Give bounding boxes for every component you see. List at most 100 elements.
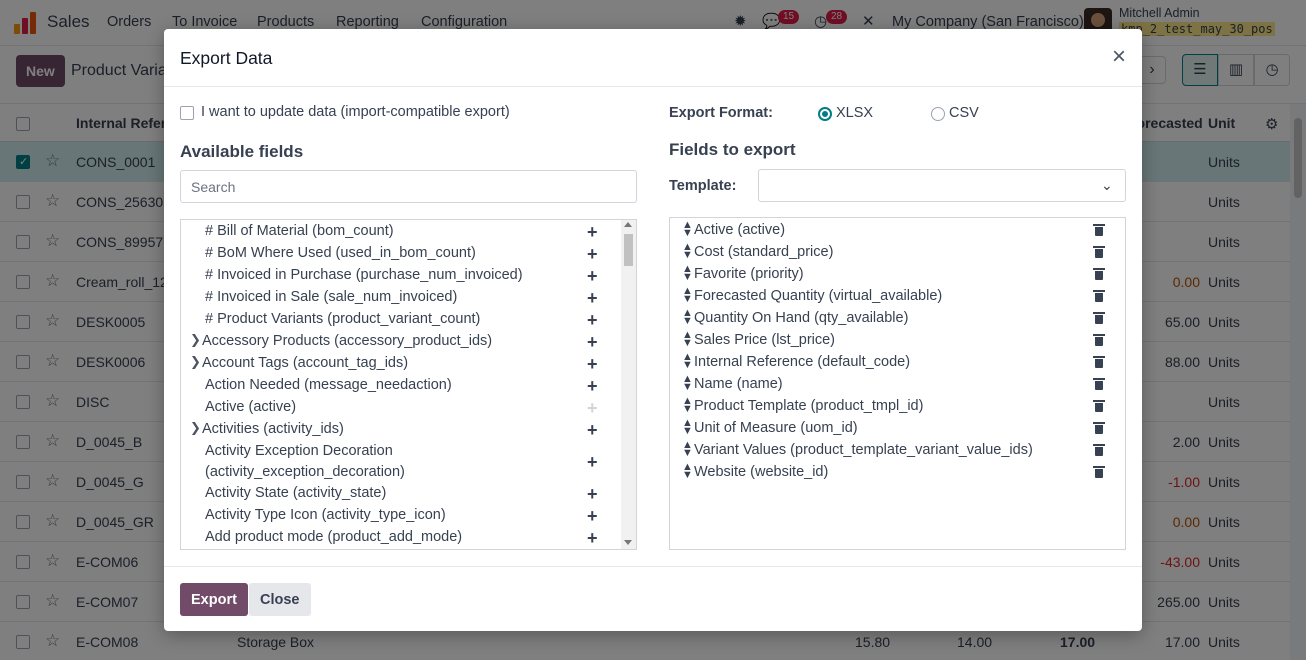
add-field-plus-icon[interactable]: + — [587, 421, 598, 439]
available-field-item[interactable]: # Bill of Material (bom_count) + — [181, 221, 621, 243]
available-field-label: Activity State (activity_state) — [205, 485, 387, 501]
add-field-plus-icon[interactable]: + — [587, 529, 598, 547]
add-field-plus-icon[interactable]: + — [587, 485, 598, 503]
chevron-right-icon[interactable]: ❯ — [190, 354, 201, 370]
import-compatible-label[interactable]: I want to update data (import-compatible… — [201, 104, 510, 120]
export-field-label: Variant Values (product_template_variant… — [694, 442, 1033, 458]
drag-handle-icon[interactable]: ▲ ▼ — [682, 264, 693, 283]
chevron-right-icon[interactable]: ❯ — [190, 420, 201, 436]
drag-handle-icon[interactable]: ▲ ▼ — [682, 462, 693, 481]
trash-icon[interactable] — [1093, 444, 1105, 456]
export-field-label: Cost (standard_price) — [694, 244, 834, 260]
available-fields-heading: Available fields — [180, 142, 304, 161]
available-field-item[interactable]: Activity Exception Decoration (activity_e… — [181, 441, 621, 483]
available-field-label: # Invoiced in Purchase (purchase_num_inv… — [205, 267, 523, 283]
add-field-plus-icon[interactable]: + — [587, 507, 598, 525]
chevron-down-icon: ⌄ — [1101, 177, 1113, 193]
scroll-down-icon[interactable] — [624, 540, 632, 545]
format-xlsx-label[interactable]: XLSX — [836, 105, 873, 121]
add-field-plus-icon[interactable]: + — [587, 311, 598, 329]
scroll-thumb[interactable] — [624, 234, 633, 266]
drag-handle-icon[interactable]: ▲ ▼ — [682, 330, 693, 349]
export-field-label: Active (active) — [694, 222, 786, 238]
add-field-plus-icon[interactable]: + — [587, 377, 598, 395]
export-field-item[interactable]: ▲ ▼ Variant Values (product_template_varia… — [670, 440, 1125, 462]
drag-handle-icon[interactable]: ▲ ▼ — [682, 352, 693, 371]
export-field-item[interactable]: ▲ ▼ Quantity On Hand (qty_available) — [670, 308, 1125, 330]
export-field-item[interactable]: ▲ ▼ Website (website_id) — [670, 462, 1125, 484]
search-input[interactable] — [180, 170, 637, 203]
available-field-label: Activity Exception Decoration (activity_e… — [205, 443, 405, 480]
available-field-item[interactable]: ❯ Account Tags (account_tag_ids) + — [181, 353, 621, 375]
drag-handle-icon[interactable]: ▲ ▼ — [682, 396, 693, 415]
format-xlsx-radio[interactable] — [818, 107, 832, 121]
dialog-title: Export Data — [180, 48, 273, 68]
trash-icon[interactable] — [1093, 466, 1105, 478]
trash-icon[interactable] — [1093, 224, 1105, 236]
available-field-item[interactable]: Add product mode (product_add_mode) + — [181, 527, 621, 549]
drag-handle-icon[interactable]: ▲ ▼ — [682, 418, 693, 437]
available-field-item[interactable]: Activity Type Icon (activity_type_icon) + — [181, 505, 621, 527]
drag-handle-icon[interactable]: ▲ ▼ — [682, 220, 693, 239]
available-field-label: Action Needed (message_needaction) — [205, 377, 452, 393]
format-csv-radio[interactable] — [931, 107, 945, 121]
export-button[interactable]: Export — [180, 583, 248, 616]
fields-to-export-heading: Fields to export — [669, 140, 796, 159]
drag-handle-icon[interactable]: ▲ ▼ — [682, 374, 693, 393]
export-field-item[interactable]: ▲ ▼ Active (active) — [670, 220, 1125, 242]
export-field-item[interactable]: ▲ ▼ Product Template (product_tmpl_id) — [670, 396, 1125, 418]
available-field-item[interactable]: ❯ Activities (activity_ids) + — [181, 419, 621, 441]
chevron-right-icon[interactable]: ❯ — [190, 332, 201, 348]
add-field-plus-icon[interactable]: + — [587, 333, 598, 351]
available-field-item[interactable]: # BoM Where Used (used_in_bom_count) + — [181, 243, 621, 265]
drag-handle-icon[interactable]: ▲ ▼ — [682, 242, 693, 261]
import-compatible-checkbox[interactable] — [180, 106, 194, 120]
add-field-plus-icon[interactable]: + — [587, 289, 598, 307]
trash-icon[interactable] — [1093, 422, 1105, 434]
available-field-item[interactable]: # Invoiced in Sale (sale_num_invoiced) + — [181, 287, 621, 309]
export-field-label: Favorite (priority) — [694, 266, 804, 282]
trash-icon[interactable] — [1093, 290, 1105, 302]
available-field-item[interactable]: # Invoiced in Purchase (purchase_num_inv… — [181, 265, 621, 287]
available-field-label: Accessory Products (accessory_product_id… — [202, 333, 493, 349]
available-field-item[interactable]: ❯ Accessory Products (accessory_product_i… — [181, 331, 621, 353]
add-field-plus-icon[interactable]: + — [587, 355, 598, 373]
trash-icon[interactable] — [1093, 312, 1105, 324]
available-field-item[interactable]: Active (active) + — [181, 397, 621, 419]
export-field-item[interactable]: ▲ ▼ Unit of Measure (uom_id) — [670, 418, 1125, 440]
export-field-item[interactable]: ▲ ▼ Favorite (priority) — [670, 264, 1125, 286]
add-field-plus-icon[interactable]: + — [587, 267, 598, 285]
scroll-up-icon[interactable] — [624, 222, 632, 227]
close-icon[interactable]: × — [1107, 45, 1131, 70]
add-field-plus-icon[interactable]: + — [587, 453, 598, 471]
export-field-item[interactable]: ▲ ▼ Sales Price (lst_price) — [670, 330, 1125, 352]
template-select[interactable]: ⌄ — [758, 169, 1126, 202]
export-field-item[interactable]: ▲ ▼ Cost (standard_price) — [670, 242, 1125, 264]
available-field-item[interactable]: Action Needed (message_needaction) + — [181, 375, 621, 397]
trash-icon[interactable] — [1093, 334, 1105, 346]
format-csv-label[interactable]: CSV — [949, 105, 979, 121]
drag-handle-icon[interactable]: ▲ ▼ — [682, 308, 693, 327]
trash-icon[interactable] — [1093, 400, 1105, 412]
drag-handle-icon[interactable]: ▲ ▼ — [682, 286, 693, 305]
available-field-item[interactable]: # Product Variants (product_variant_coun… — [181, 309, 621, 331]
trash-icon[interactable] — [1093, 378, 1105, 390]
add-field-plus-icon[interactable]: + — [587, 223, 598, 241]
export-field-item[interactable]: ▲ ▼ Forecasted Quantity (virtual_available… — [670, 286, 1125, 308]
export-field-label: Name (name) — [694, 376, 783, 392]
available-field-label: # Product Variants (product_variant_coun… — [205, 311, 481, 327]
export-field-item[interactable]: ▲ ▼ Internal Reference (default_code) — [670, 352, 1125, 374]
drag-handle-icon[interactable]: ▲ ▼ — [682, 440, 693, 459]
trash-icon[interactable] — [1093, 268, 1105, 280]
close-button[interactable]: Close — [249, 583, 311, 616]
available-fields-list: Add product mode (product_add_mode) + Acti… — [180, 219, 637, 550]
export-field-label: Unit of Measure (uom_id) — [694, 420, 858, 436]
export-field-label: Internal Reference (default_code) — [694, 354, 911, 370]
available-field-item[interactable]: Activity State (activity_state) + — [181, 483, 621, 505]
add-field-plus-icon: + — [587, 398, 598, 418]
trash-icon[interactable] — [1093, 356, 1105, 368]
trash-icon[interactable] — [1093, 246, 1105, 258]
available-fields-scrollbar[interactable] — [621, 220, 636, 549]
add-field-plus-icon[interactable]: + — [587, 245, 598, 263]
export-field-item[interactable]: ▲ ▼ Name (name) — [670, 374, 1125, 396]
